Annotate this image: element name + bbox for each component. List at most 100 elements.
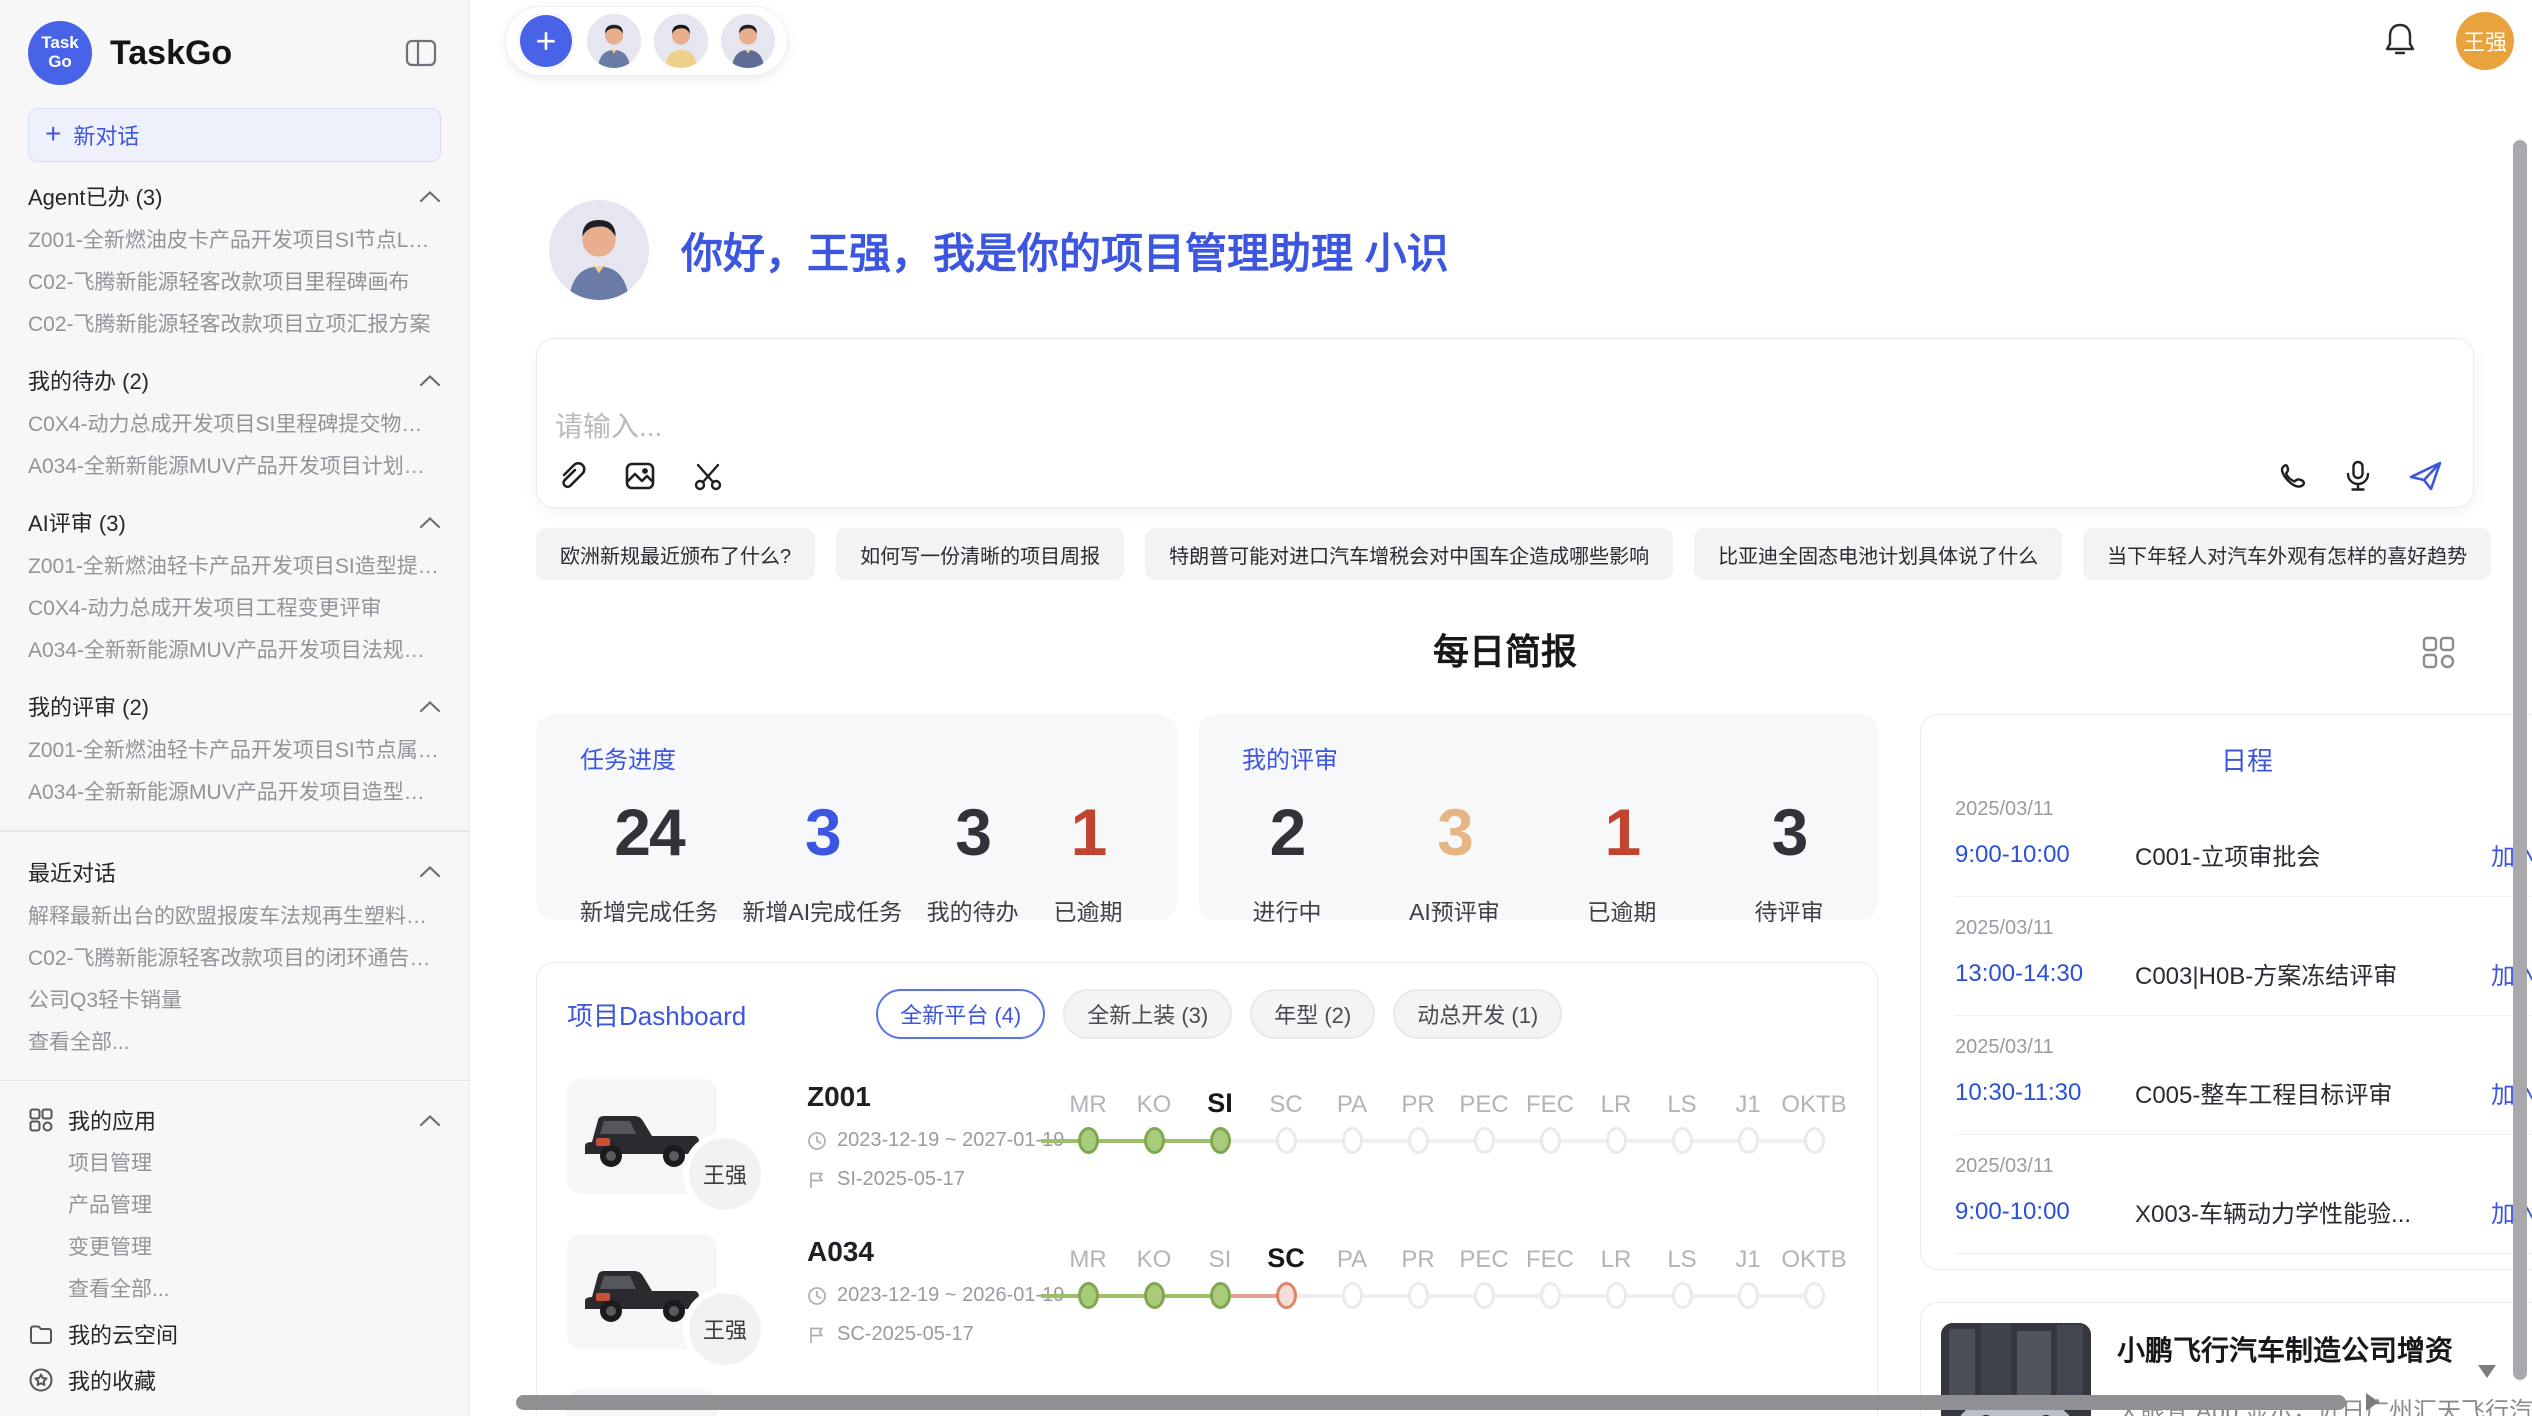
- main: 你好，王强，我是你的项目管理助理 小识 请输入...: [470, 200, 2532, 1416]
- milestone-dot[interactable]: [1540, 1127, 1561, 1154]
- milestone-dot[interactable]: [1342, 1127, 1363, 1154]
- milestone-dot[interactable]: [1276, 1127, 1297, 1154]
- view-all-schedule-link[interactable]: 查看所有日程: [1955, 1254, 2532, 1270]
- dashboard-tab[interactable]: 全新上装 (3): [1063, 989, 1232, 1039]
- app-item[interactable]: 项目管理: [28, 1143, 441, 1185]
- suggestion-chip[interactable]: 比亚迪全固态电池计划具体说了什么: [1694, 528, 2062, 580]
- my-apps-header[interactable]: 我的应用: [28, 1097, 441, 1143]
- milestone-dot[interactable]: [1738, 1127, 1759, 1154]
- attach-icon[interactable]: [555, 459, 589, 493]
- sidebar-link-我的收藏[interactable]: 我的收藏: [28, 1357, 441, 1403]
- schedule-time: 9:00-10:00: [1955, 1198, 2135, 1226]
- schedule-name: C005-整车工程目标评审: [2135, 1075, 2477, 1110]
- milestone-dot[interactable]: [1210, 1127, 1231, 1154]
- milestone-dot[interactable]: [1144, 1127, 1165, 1154]
- left-column: 任务进度24新增完成任务3新增AI完成任务3我的待办1已逾期我的评审2进行中3A…: [536, 714, 1878, 1416]
- recent-item[interactable]: 公司Q3轻卡销量: [28, 980, 441, 1022]
- app-item[interactable]: 产品管理: [28, 1185, 441, 1227]
- milestone-dot[interactable]: [1078, 1127, 1099, 1154]
- milestone-dot[interactable]: [1276, 1282, 1297, 1309]
- new-chat-button[interactable]: + 新对话: [28, 108, 441, 162]
- suggestion-chip[interactable]: 如何写一份清晰的项目周报: [836, 528, 1124, 580]
- chat-input[interactable]: 请输入...: [536, 338, 2474, 508]
- image-icon[interactable]: [623, 459, 657, 493]
- team-avatar-group: +: [505, 6, 788, 76]
- milestone-dot[interactable]: [1210, 1282, 1231, 1309]
- milestone-dot[interactable]: [1804, 1127, 1825, 1154]
- project-flag: SC-2025-05-17: [807, 1323, 1045, 1346]
- bell-icon[interactable]: [2382, 20, 2418, 63]
- milestone-dot[interactable]: [1474, 1127, 1495, 1154]
- sidebar-section-header[interactable]: 我的待办 (2): [28, 356, 441, 404]
- avatar[interactable]: [721, 14, 775, 68]
- sidebar-section-header[interactable]: AI评审 (3): [28, 498, 441, 546]
- daily-brief-title: 每日简报: [536, 628, 2474, 676]
- sidebar-item[interactable]: C02-飞腾新能源轻客改款项目里程碑画布: [28, 262, 441, 304]
- avatar[interactable]: [654, 14, 708, 68]
- recent-item[interactable]: 解释最新出台的欧盟报废车法规再生塑料比例被调至15%...: [28, 896, 441, 938]
- sidebar-item[interactable]: C0X4-动力总成开发项目SI里程碑提交物检查: [28, 404, 441, 446]
- horizontal-scrollbar[interactable]: [516, 1395, 2346, 1410]
- sidebar-section-header[interactable]: Agent已办 (3): [28, 172, 441, 220]
- grid-layout-icon[interactable]: [2420, 634, 2456, 675]
- milestone-label: KO: [1137, 1079, 1172, 1119]
- project-date-range: 2023-12-19 ~ 2027-01-19: [837, 1129, 1064, 1152]
- sidebar-link-我的云空间[interactable]: 我的云空间: [28, 1311, 441, 1357]
- milestone-dot[interactable]: [1408, 1127, 1429, 1154]
- milestone-label: PEC: [1459, 1079, 1508, 1119]
- schedule-name: C001-立项审批会: [2135, 837, 2477, 872]
- app-item[interactable]: 变更管理: [28, 1227, 441, 1269]
- sidebar-section-header[interactable]: 我的评审 (2): [28, 682, 441, 730]
- milestone-label: PEC: [1459, 1234, 1508, 1274]
- mic-icon[interactable]: [2341, 459, 2375, 493]
- milestone-dot[interactable]: [1606, 1282, 1627, 1309]
- milestone-dot[interactable]: [1672, 1282, 1693, 1309]
- schedule-card: 日程 2025/03/119:00-10:00C001-立项审批会加入2025/…: [1920, 714, 2532, 1270]
- milestone-dot[interactable]: [1672, 1127, 1693, 1154]
- sidebar-item[interactable]: C0X4-动力总成开发项目工程变更评审: [28, 588, 441, 630]
- scroll-right-arrow-icon[interactable]: [2366, 1393, 2379, 1411]
- scissors-icon[interactable]: [691, 459, 725, 493]
- stat-value: 3: [805, 799, 840, 865]
- suggestion-chip[interactable]: 当下年轻人对汽车外观有怎样的喜好趋势: [2083, 528, 2491, 580]
- flag-icon: [807, 1325, 827, 1345]
- milestone-dot[interactable]: [1606, 1127, 1627, 1154]
- suggestion-chip[interactable]: 欧洲新规最近颁布了什么?: [536, 528, 815, 580]
- sidebar-item[interactable]: A034-全新新能源MUV产品开发项目计划变更表编写: [28, 446, 441, 488]
- milestone-dot[interactable]: [1540, 1282, 1561, 1309]
- sidebar-item[interactable]: Z001-全新燃油轻卡产品开发项目SI造型提交物评审: [28, 546, 441, 588]
- divider: [0, 1080, 469, 1082]
- milestone-dot[interactable]: [1804, 1282, 1825, 1309]
- sidebar-item[interactable]: Z001-全新燃油轻卡产品开发项目SI节点属性5D文件评审: [28, 730, 441, 772]
- milestone-dot[interactable]: [1144, 1282, 1165, 1309]
- milestone-dot[interactable]: [1078, 1282, 1099, 1309]
- recent-header[interactable]: 最近对话: [28, 848, 441, 896]
- recent-item[interactable]: C02-飞腾新能源轻客改款项目的闭环通告反馈情况: [28, 938, 441, 980]
- recent-view-all[interactable]: 查看全部...: [28, 1022, 441, 1064]
- vertical-scrollbar[interactable]: [2513, 140, 2527, 1380]
- dashboard-tab[interactable]: 全新平台 (4): [876, 989, 1045, 1039]
- panel-collapse-icon[interactable]: [401, 35, 441, 71]
- milestone-dot[interactable]: [1408, 1282, 1429, 1309]
- assistant-avatar: [549, 200, 649, 300]
- sidebar-item[interactable]: C02-飞腾新能源轻客改款项目立项汇报方案: [28, 304, 441, 346]
- sidebar-link-label: 我的云空间: [68, 1318, 441, 1350]
- add-member-button[interactable]: +: [518, 13, 574, 69]
- avatar[interactable]: [587, 14, 641, 68]
- dashboard-tab[interactable]: 年型 (2): [1250, 989, 1375, 1039]
- scroll-down-arrow-icon[interactable]: [2478, 1365, 2496, 1378]
- milestone-dot[interactable]: [1474, 1282, 1495, 1309]
- sidebar-item[interactable]: A034-全新新能源MUV产品开发项目法规符合性评审: [28, 630, 441, 672]
- sidebar-item[interactable]: Z001-全新燃油皮卡产品开发项目SI节点Lesson Learn报告: [28, 220, 441, 262]
- dashboard-tab[interactable]: 动总开发 (1): [1393, 989, 1562, 1039]
- apps-view-all[interactable]: 查看全部...: [28, 1269, 441, 1311]
- milestone-dot[interactable]: [1738, 1282, 1759, 1309]
- suggestion-chip[interactable]: 特朗普可能对进口汽车增税会对中国车企造成哪些影响: [1145, 528, 1673, 580]
- milestone-dot[interactable]: [1342, 1282, 1363, 1309]
- chat-input-placeholder: 请输入...: [555, 405, 2455, 445]
- send-icon[interactable]: [2407, 459, 2445, 493]
- user-avatar[interactable]: 王强: [2456, 12, 2514, 70]
- phone-icon[interactable]: [2275, 459, 2309, 493]
- chevron-up-icon: [419, 374, 441, 387]
- sidebar-item[interactable]: A034-全新新能源MUV产品开发项目造型可行性评审: [28, 772, 441, 814]
